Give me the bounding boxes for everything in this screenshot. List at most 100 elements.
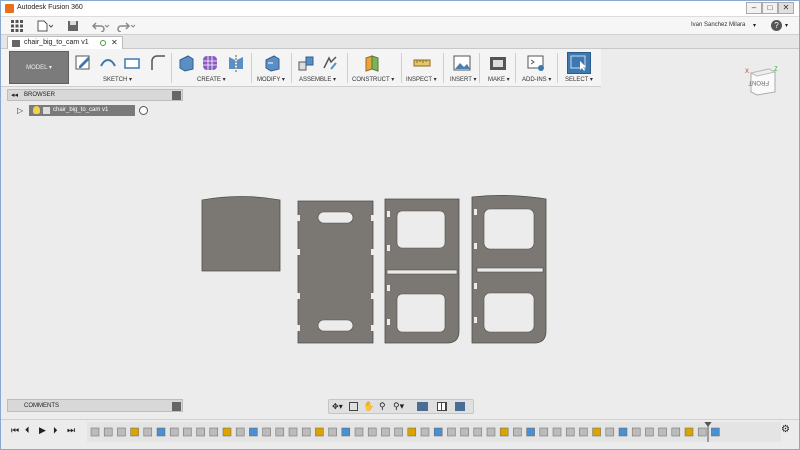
timeline-feature-icon[interactable] [618,427,628,437]
3d-print-icon[interactable] [489,54,507,72]
fit-icon[interactable]: ⚲▾ [393,401,404,412]
side-panel-left-window-bottom[interactable] [396,293,446,333]
side-panel-slot[interactable] [474,209,477,215]
undo-icon[interactable] [91,20,111,33]
timeline-feature-icon[interactable] [301,427,311,437]
timeline-feature-icon[interactable] [526,427,535,437]
timeline-feature-icon[interactable] [499,427,509,437]
timeline-feature-icon[interactable] [183,427,192,437]
orbit-icon[interactable]: ✥▾ [332,402,343,411]
timeline-feature-icon[interactable] [552,427,562,437]
close-tab-icon[interactable]: ✕ [111,38,118,47]
side-panel-slot[interactable] [387,319,390,325]
timeline-feature-icon[interactable] [631,427,641,437]
side-panel-slot[interactable] [474,317,477,323]
mirror-icon[interactable] [227,54,245,72]
back-panel-tab-notch[interactable] [371,325,375,331]
timeline-feature-icon[interactable] [130,427,139,437]
assemble-group-label[interactable]: ASSEMBLE ▾ [299,76,336,83]
timeline-feature-icon[interactable] [684,427,694,437]
press-pull-icon[interactable] [263,54,281,72]
timeline-feature-icon[interactable] [90,427,100,437]
go-to-start-icon[interactable]: ⏮ [11,425,19,436]
timeline-feature-icon[interactable] [117,427,126,437]
user-name[interactable]: Ivan Sanchez Milara [691,22,745,28]
timeline-feature-icon[interactable] [156,427,166,437]
back-panel-tab-notch[interactable] [371,249,375,255]
timeline-feature-icon[interactable] [328,427,337,437]
modify-group-label[interactable]: MODIFY ▾ [257,76,285,83]
joint-icon[interactable] [321,54,339,72]
timeline-feature-icon[interactable] [249,427,258,437]
new-component-icon[interactable] [297,54,315,72]
back-panel-tab-notch[interactable] [296,293,300,299]
add-ins-group-label[interactable]: ADD-INS ▾ [522,76,551,83]
rectangle-icon[interactable] [123,54,141,72]
side-panel-right-window-bottom[interactable] [483,292,535,333]
timeline-feature-icon[interactable] [288,427,298,437]
side-panel-right-window-top[interactable] [483,208,535,250]
side-panel-right-seat-slot[interactable] [476,267,544,273]
timeline-feature-icon[interactable] [671,427,681,437]
timeline-feature-icon[interactable] [579,427,588,437]
timeline-feature-icon[interactable] [169,427,179,437]
back-panel-handle-slot[interactable] [317,211,354,224]
back-panel-handle-slot[interactable] [317,319,354,332]
fillet-icon[interactable] [149,54,167,72]
timeline-feature-icon[interactable] [486,427,496,437]
timeline-feature-icon[interactable] [354,427,364,437]
look-at-icon[interactable] [349,402,358,411]
timeline-feature-icon[interactable] [645,427,654,437]
side-panel-slot[interactable] [474,243,477,249]
insert-group-label[interactable]: INSERT ▾ [450,76,476,83]
document-tab[interactable]: chair_big_to_cam v1 ✕ [7,36,123,49]
redo-icon[interactable] [117,20,137,33]
timeline-feature-icon[interactable] [658,427,667,437]
minimize-button[interactable]: – [746,2,762,14]
construct-group-label[interactable]: CONSTRUCT ▾ [352,76,394,83]
insert-image-icon[interactable] [453,54,471,72]
step-forward-icon[interactable]: ⏵ [53,425,58,436]
timeline-feature-icon[interactable] [381,427,390,437]
side-panel-left-seat-slot[interactable] [386,269,458,275]
play-icon[interactable]: ▶ [39,425,46,436]
extrude-icon[interactable] [177,54,195,72]
pin-panel-icon[interactable] [172,402,181,411]
back-panel-tab-notch[interactable] [296,215,300,221]
back-panel-tab-notch[interactable] [296,325,300,331]
viewports-icon[interactable] [455,402,465,411]
back-panel-tab-notch[interactable] [296,249,300,255]
grid-icon[interactable] [11,20,23,32]
timeline-feature-icon[interactable] [473,427,483,437]
timeline-feature-icon[interactable] [235,427,245,437]
timeline-feature-icon[interactable] [697,427,707,437]
back-panel-tab-notch[interactable] [371,293,375,299]
help-icon[interactable]: ? [771,20,782,31]
offset-plane-icon[interactable] [363,54,381,72]
timeline-feature-icon[interactable] [222,427,232,437]
timeline-feature-icon[interactable] [315,427,324,437]
timeline-feature-icon[interactable] [209,427,219,437]
select-group-label[interactable]: SELECT ▾ [565,76,593,83]
timeline-feature-icon[interactable] [513,427,522,437]
go-to-end-icon[interactable]: ⏭ [67,425,75,436]
timeline-feature-icon[interactable] [420,427,430,437]
timeline-feature-icon[interactable] [275,427,285,437]
comments-panel-header[interactable]: COMMENTS [7,399,183,412]
inspect-group-label[interactable]: INSPECT ▾ [406,76,437,83]
grid-settings-icon[interactable] [437,402,447,411]
timeline-feature-icon[interactable] [605,427,615,437]
timeline-feature-icon[interactable] [262,427,271,437]
save-icon[interactable] [67,20,79,32]
measure-icon[interactable] [413,54,431,72]
sketch-icon[interactable] [75,54,93,72]
side-panel-slot[interactable] [387,285,390,291]
form-icon[interactable] [201,54,219,72]
side-panel-left-window-top[interactable] [396,210,446,249]
maximize-button[interactable]: □ [762,2,778,14]
back-panel-tab-notch[interactable] [371,215,375,221]
select-icon[interactable] [567,52,591,74]
timeline-feature-icon[interactable] [394,427,403,437]
timeline-feature-icon[interactable] [447,427,456,437]
side-panel-slot[interactable] [474,283,477,289]
